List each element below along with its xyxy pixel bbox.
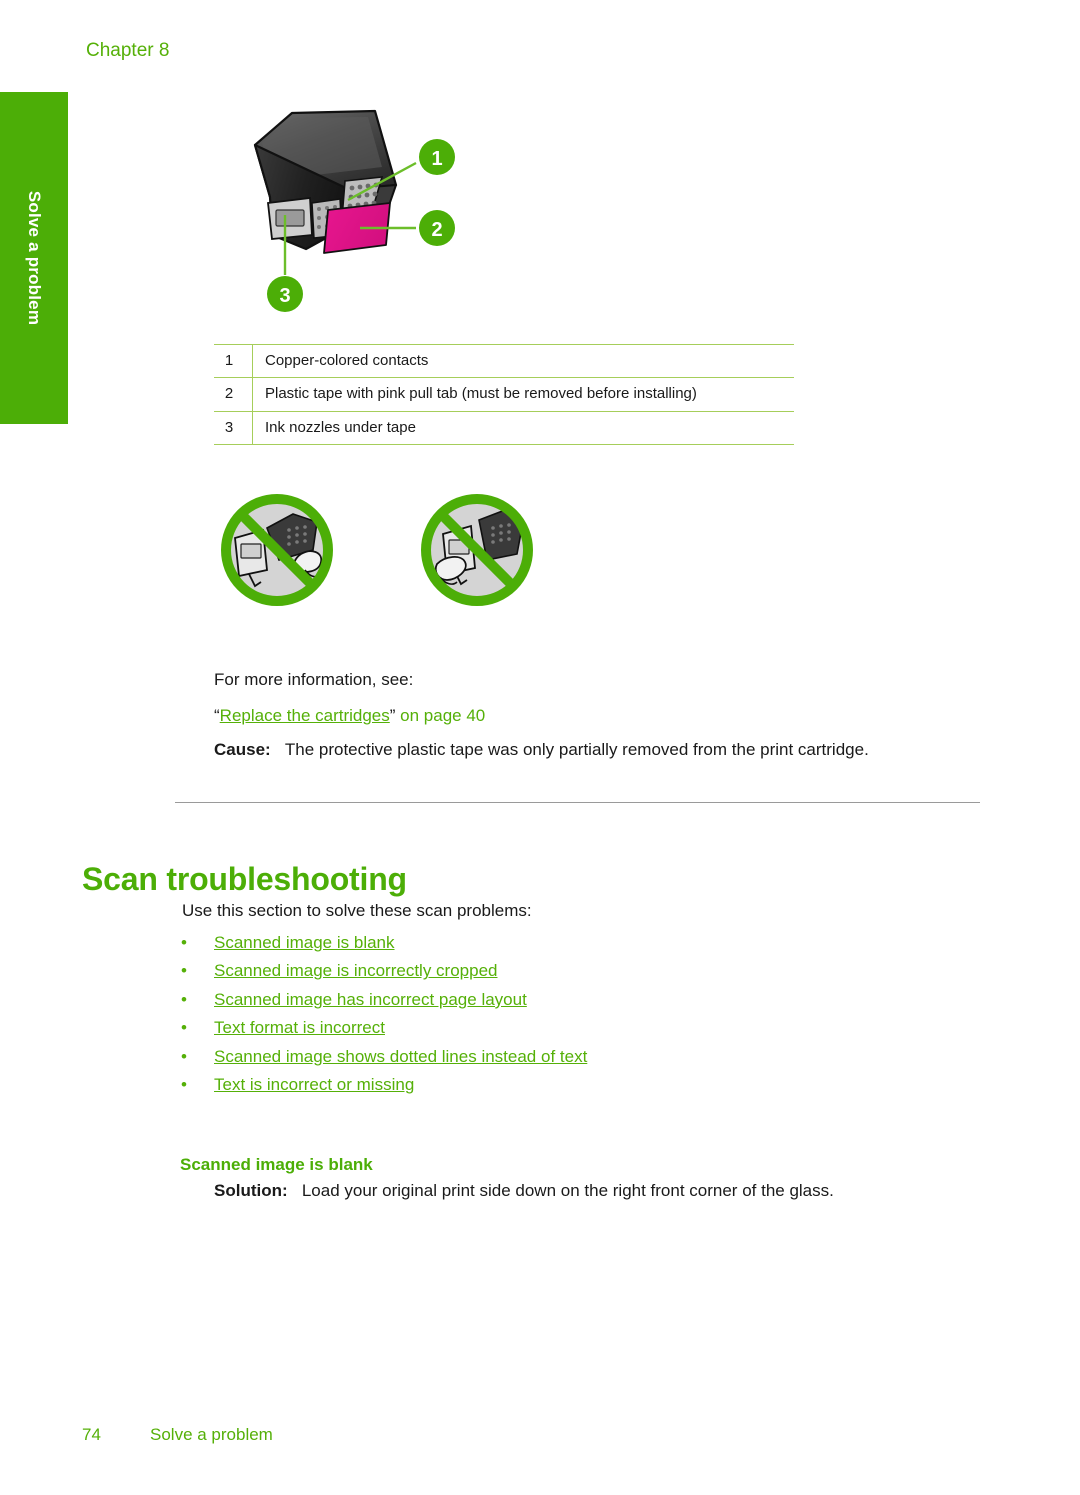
callout-number: 2 [214,377,253,412]
page-title: Scan troubleshooting [82,861,407,898]
list-item: • Text format is incorrect [178,1017,878,1039]
link-label: Replace the cartridges [219,706,390,725]
bullet-dot-icon: • [181,1075,187,1095]
callout-number: 1 [214,343,253,379]
more-information-intro: For more information, see: [214,670,414,689]
footer-section-name: Solve a problem [150,1425,273,1444]
no-touch-contacts-icon [221,494,333,606]
bullet-dot-icon: • [181,933,187,952]
print-cartridge-figure: 1 2 3 [200,85,500,325]
link-scanned-image-has-incorrect-page-layout[interactable]: Scanned image has incorrect page layout [214,990,527,1009]
list-item: • Scanned image shows dotted lines inste… [178,1046,878,1068]
page-number: 74 [82,1425,101,1444]
cause-paragraph: Cause: The protective plastic tape was o… [214,738,944,763]
callout-number: 3 [214,410,253,445]
table-row: 1 Copper-colored contacts [214,343,794,379]
side-tab-solve-a-problem: Solve a problem [0,92,68,424]
table-row: 2 Plastic tape with pink pull tab (must … [214,377,794,412]
link-scanned-image-is-incorrectly-cropped[interactable]: Scanned image is incorrectly cropped [214,961,497,980]
scan-problems-list: • Scanned image is blank • Scanned image… [178,932,878,1103]
scan-section-intro: Use this section to solve these scan pro… [182,901,532,920]
callout-description: Ink nozzles under tape [252,410,794,445]
link-text-is-incorrect-or-missing[interactable]: Text is incorrect or missing [214,1075,414,1094]
chapter-header: Chapter 8 [86,40,170,61]
solution-paragraph: Solution: Load your original print side … [214,1179,1004,1204]
link-page-suffix: on page 40 [395,706,486,725]
bullet-dot-icon: • [181,989,187,1009]
cross-reference-line: “Replace the cartridges” on page 40 [214,704,974,729]
list-item: • Scanned image is blank [178,932,878,954]
callout-description: Plastic tape with pink pull tab (must be… [252,377,794,412]
solution-label: Solution: [214,1181,288,1200]
callout-table-body: 1 Copper-colored contacts 2 Plastic tape… [214,343,794,445]
cause-text: The protective plastic tape was only par… [284,740,869,759]
link-replace-the-cartridges[interactable]: Replace the cartridges [220,706,390,725]
solution-text: Load your original print side down on th… [301,1181,834,1200]
cause-label: Cause: [214,740,271,759]
prohibition-figure [205,478,605,623]
list-item: • Scanned image is incorrectly cropped [178,960,878,982]
list-item: • Scanned image has incorrect page layou… [178,989,878,1011]
callout-description: Copper-colored contacts [252,343,794,379]
bullet-dot-icon: • [181,1046,187,1066]
link-scanned-image-is-blank[interactable]: Scanned image is blank [214,933,395,952]
side-tab-label: Solve a problem [25,190,44,326]
svg-text:1: 1 [431,148,442,170]
svg-text:2: 2 [431,219,442,241]
no-touch-nozzles-icon [421,494,533,606]
svg-text:3: 3 [279,285,290,307]
section-divider [175,802,980,803]
sub-heading-scanned-image-is-blank: Scanned image is blank [180,1155,373,1175]
bullet-dot-icon: • [181,1018,187,1038]
bullet-dot-icon: • [181,961,187,981]
list-item: • Text is incorrect or missing [178,1074,878,1096]
link-text-format-is-incorrect[interactable]: Text format is incorrect [214,1018,385,1037]
page-footer: 74 Solve a problem [82,1425,582,1445]
table-row: 3 Ink nozzles under tape [214,410,794,445]
callout-legend-table: 1 Copper-colored contacts 2 Plastic tape… [214,343,794,445]
link-scanned-image-shows-dotted-lines-instead-of-text[interactable]: Scanned image shows dotted lines instead… [214,1047,587,1066]
